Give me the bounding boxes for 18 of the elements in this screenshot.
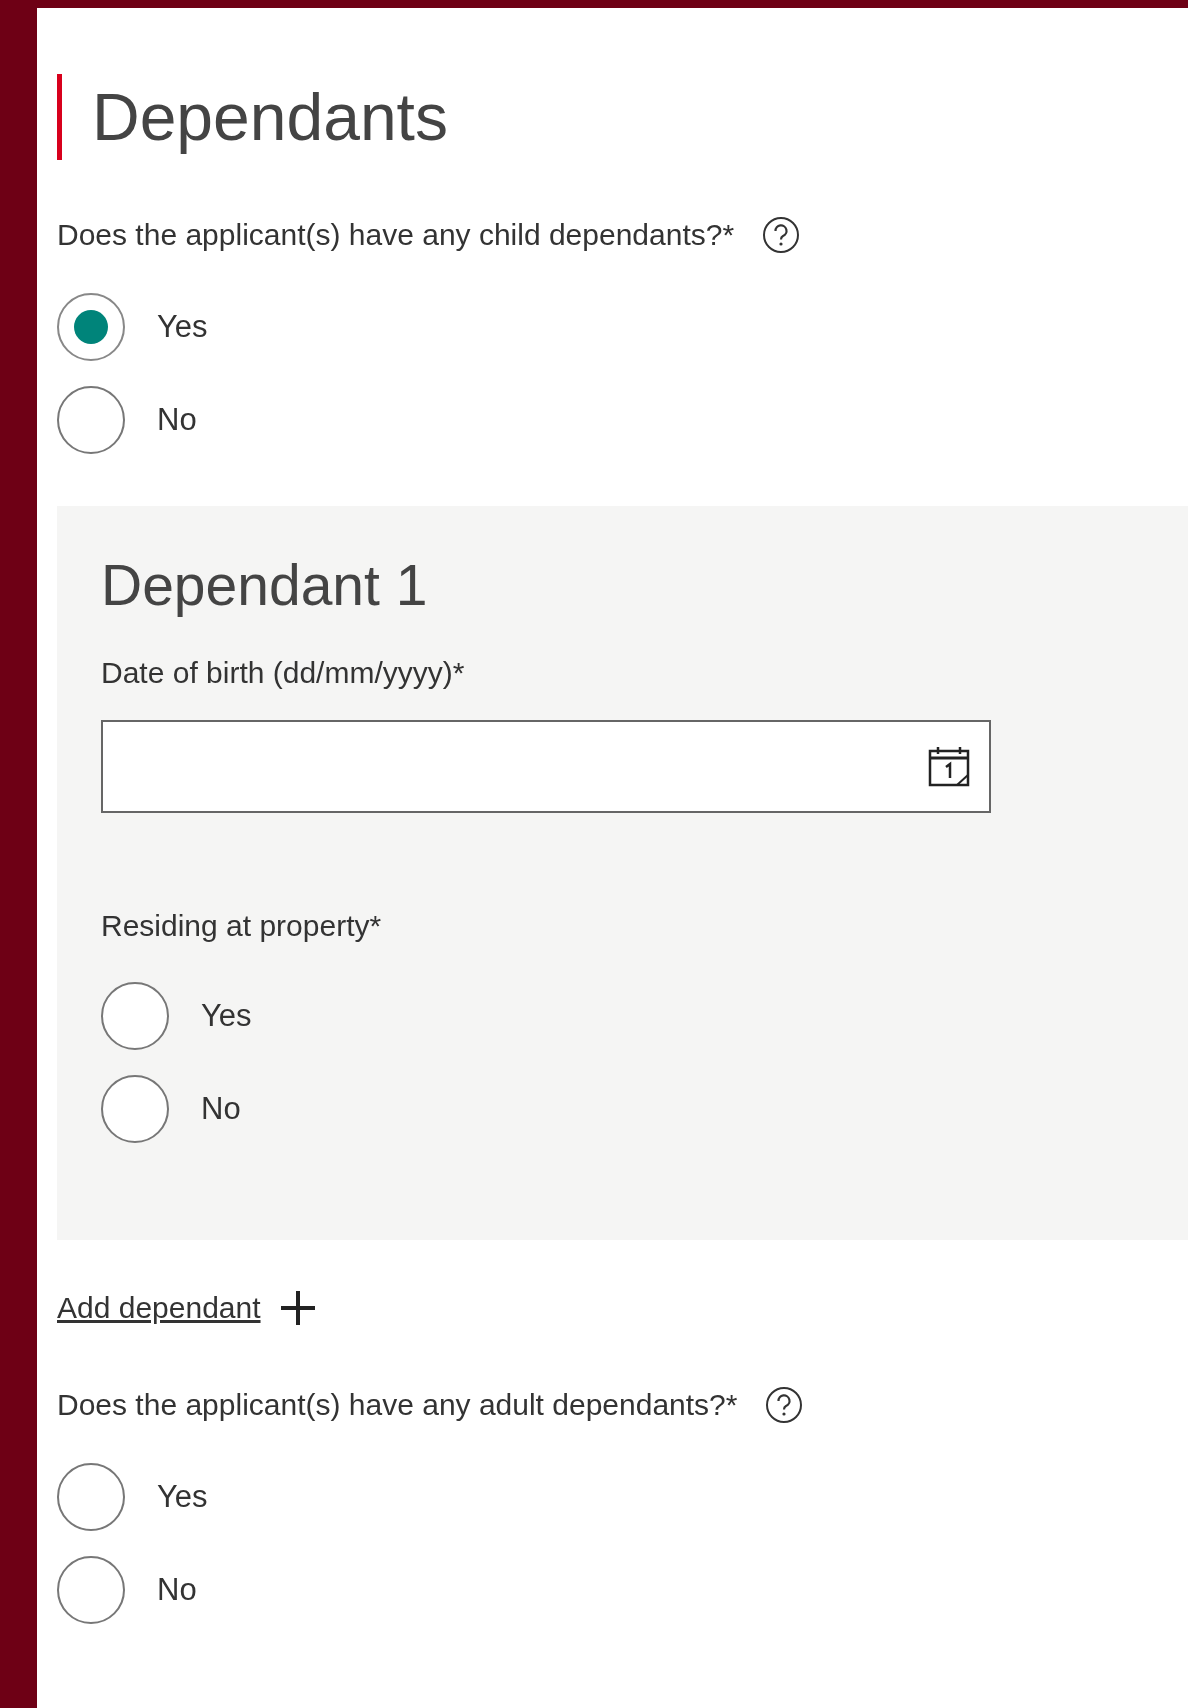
- dependant-title: Dependant 1: [101, 555, 429, 615]
- option-label: Yes: [201, 998, 252, 1034]
- field-label: Residing at property*: [101, 908, 383, 944]
- field-label: Date of birth (dd/mm/yyyy)*: [101, 655, 466, 691]
- date-input-field[interactable]: [101, 720, 991, 813]
- option-label: No: [201, 1091, 241, 1127]
- option-label: No: [157, 1572, 197, 1608]
- question-label: Does the applicant(s) have any child dependants?*: [57, 218, 735, 252]
- question-label: Does the applicant(s) have any adult dependants?*: [57, 1388, 738, 1422]
- plus-icon[interactable]: [278, 1289, 317, 1327]
- option-label: Yes: [157, 1479, 208, 1515]
- page-title: Dependants: [57, 74, 1188, 160]
- help-icon[interactable]: [762, 216, 801, 254]
- add-dependant-link[interactable]: Add dependant: [57, 1291, 261, 1325]
- calendar-icon[interactable]: [927, 744, 971, 789]
- help-icon[interactable]: [765, 1386, 804, 1424]
- option-label: Yes: [157, 309, 208, 345]
- option-label: No: [157, 402, 197, 438]
